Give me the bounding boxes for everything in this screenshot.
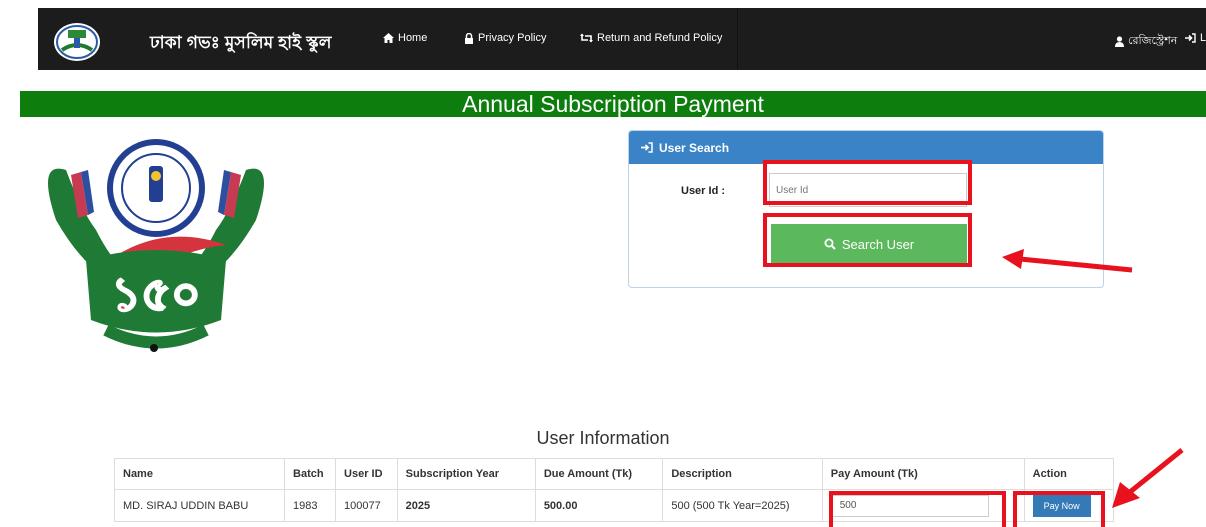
cell-name: MD. SIRAJ UDDIN BABU [113, 489, 286, 522]
nav-login-label: Lo [1200, 32, 1206, 44]
column-header: Name [113, 458, 286, 490]
highlight-pay-now-box [1013, 491, 1105, 527]
login-icon [1185, 33, 1196, 43]
user-icon [1115, 36, 1124, 47]
nav-privacy-policy[interactable]: Privacy Policy [464, 32, 546, 44]
column-header: Pay Amount (Tk) [821, 458, 1025, 490]
school-anniversary-logo-icon: ১৫০ [48, 139, 264, 352]
user-id-label: User Id : [681, 185, 726, 197]
table-header-row: Name Batch User ID Subscription Year Due… [113, 458, 1115, 490]
nav-login[interactable]: Lo [1185, 32, 1206, 44]
top-navbar: ঢাকা গভঃ মুসলিম হাই স্কুল Home Privacy P… [38, 8, 1206, 70]
cell-due-amount: 500.00 [534, 489, 664, 522]
brand-name[interactable]: ঢাকা গভঃ মুসলিম হাই স্কুল [150, 30, 332, 58]
page-title-banner: Annual Subscription Payment [20, 91, 1206, 117]
highlight-pay-amount-box [829, 491, 1006, 527]
column-header: Action [1023, 458, 1115, 490]
nav-registration-label: রেজিস্ট্রেশন [1128, 35, 1178, 47]
user-information-title: User Information [536, 428, 670, 448]
column-header: User ID [335, 458, 398, 490]
retweet-icon [580, 33, 593, 43]
highlight-user-id-box [763, 160, 972, 205]
column-header: Subscription Year [396, 458, 536, 490]
column-header: Batch [284, 458, 337, 490]
nav-privacy-label: Privacy Policy [478, 32, 547, 44]
user-search-heading: User Search [659, 140, 730, 155]
cell-description: 500 (500 Tk Year=2025) [662, 489, 823, 522]
nav-home-label: Home [398, 32, 428, 44]
nav-divider [737, 8, 738, 70]
nav-registration[interactable]: রেজিস্ট্রেশন [1115, 32, 1177, 51]
svg-text:১৫০: ১৫০ [111, 267, 201, 321]
nav-return-label: Return and Refund Policy [597, 32, 723, 44]
nav-return-refund-policy[interactable]: Return and Refund Policy [580, 32, 722, 44]
cell-batch: 1983 [284, 489, 337, 522]
arrow-to-pay-now-icon [1112, 448, 1184, 508]
cell-user-id: 100077 [335, 489, 398, 522]
column-header: Description [662, 458, 823, 490]
arrow-to-search-icon [1002, 249, 1133, 273]
cell-subscription-year: 2025 [396, 489, 536, 522]
highlight-search-button-box [763, 213, 972, 267]
nav-home[interactable]: Home [383, 32, 427, 44]
sign-in-icon [641, 142, 653, 153]
home-icon [383, 33, 394, 43]
school-logo-icon[interactable] [52, 20, 102, 62]
lock-icon [465, 32, 473, 44]
column-header: Due Amount (Tk) [534, 458, 664, 490]
